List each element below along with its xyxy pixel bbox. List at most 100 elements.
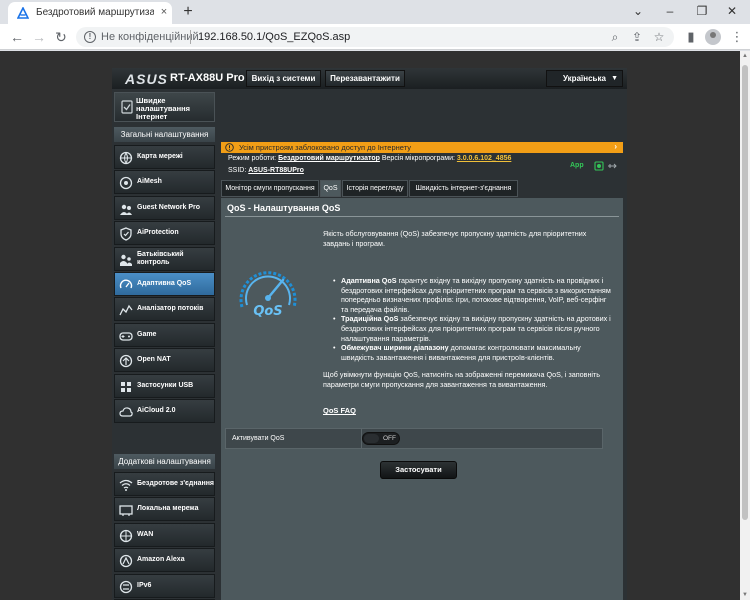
aicloud-icon (119, 407, 133, 417)
qos-faq-link[interactable]: QoS FAQ (323, 406, 356, 415)
sidebar-item-label: WAN (137, 530, 154, 538)
operation-mode-link[interactable]: Бездротовий маршрутизатор (278, 155, 380, 162)
tab-search-icon[interactable]: ⌄ (628, 2, 648, 20)
tab-bandwidth-monitor[interactable]: Монітор смуги пропускання (221, 180, 319, 197)
status-message: Усім пристроям заблоковано доступ до Інт… (239, 143, 411, 152)
forward-icon[interactable]: → (30, 28, 48, 46)
sidebar-item-open-nat[interactable]: Open NAT (114, 348, 215, 373)
enable-qos-toggle[interactable]: OFF (362, 432, 400, 445)
page-tabs: Монітор смуги пропускання QoS Історія пе… (221, 180, 623, 197)
page-viewport: ASUS RT-AX88U Pro Вихід з системи Переза… (0, 51, 740, 600)
sidebar-item-adaptive-qos[interactable]: Адаптивна QoS (114, 272, 215, 296)
general-settings-header: Загальні налаштування (114, 127, 215, 142)
sidebar-item-aicloud[interactable]: AiCloud 2.0 (114, 399, 215, 423)
sidebar-item-wan[interactable]: WAN (114, 522, 215, 547)
browser-tab-title: Бездротовий маршрутизатор AS (36, 7, 154, 18)
quick-setup-label: Швидке налаштування Інтернет (136, 96, 191, 121)
scrollbar-thumb[interactable] (742, 65, 748, 520)
restore-icon[interactable]: ❐ (692, 2, 712, 20)
sidebar-item-label: AiProtection (137, 229, 179, 237)
wan-icon (119, 529, 133, 542)
ssid-link[interactable]: ASUS-RT88UPro (248, 167, 304, 174)
url-text[interactable]: 192.168.50.1/QoS_EZQoS.asp (198, 31, 350, 43)
new-tab-button[interactable]: + (180, 4, 196, 20)
browser-tab[interactable]: Бездротовий маршрутизатор AS × (8, 2, 172, 24)
open-nat-icon (119, 355, 133, 368)
sidebar-item-network-map[interactable]: Карта мережі (114, 145, 215, 169)
tab-speedtest[interactable]: Швидкість інтернет-з'єднання (409, 180, 518, 197)
qos-feature-list: Адаптивна QoS гарантує вхідну та вихідну… (323, 276, 615, 390)
logout-button[interactable]: Вихід з системи (246, 70, 321, 87)
feature-adaptive-qos: Адаптивна QoS гарантує вхідну та вихідну… (323, 276, 615, 314)
sidebar-item-ipv6[interactable]: IPv6 (114, 573, 215, 598)
sidebar-item-guest-network[interactable]: Guest Network Pro (114, 195, 215, 220)
game-icon (119, 332, 133, 341)
apply-button[interactable]: Застосувати (380, 461, 457, 479)
quick-setup-icon (121, 100, 133, 114)
scroll-up-icon[interactable]: ▲ (740, 51, 750, 61)
address-bar[interactable]: ! Не конфіденційний 192.168.50.1/QoS_EZQ… (76, 27, 674, 47)
profile-avatar-icon[interactable] (705, 29, 721, 45)
quick-internet-setup-button[interactable]: Швидке налаштування Інтернет (114, 92, 215, 122)
language-select[interactable]: Українська ▼ (546, 70, 623, 87)
asus-favicon-icon (17, 7, 29, 19)
sidebar-item-wireless[interactable]: Бездротове з'єднання (114, 472, 215, 496)
reload-icon[interactable]: ↻ (52, 28, 70, 46)
router-header: ASUS RT-AX88U Pro Вихід з системи Переза… (112, 68, 627, 89)
sidebar-item-traffic-analyzer[interactable]: Аналізатор потоків (114, 297, 215, 322)
close-tab-icon[interactable]: × (158, 6, 170, 18)
not-secure-icon[interactable]: ! (84, 31, 96, 43)
browser-toolbar: ← → ↻ ! Не конфіденційний 192.168.50.1/Q… (0, 24, 750, 50)
sidebar-item-label: Застосунки USB (137, 381, 194, 389)
browser-tab-strip: Бездротовий маршрутизатор AS × + ⌄ – ❐ ✕ (0, 0, 750, 24)
usb-status-icon[interactable] (607, 161, 617, 171)
minimize-icon[interactable]: – (660, 2, 680, 20)
sidebar-item-alexa[interactable]: Amazon Alexa (114, 548, 215, 573)
sidebar-item-game[interactable]: Game (114, 322, 215, 347)
enable-qos-row: Активувати QoS OFF (225, 428, 603, 449)
ipv6-icon (119, 580, 133, 593)
warning-icon (225, 143, 234, 152)
sidebar-item-aimesh[interactable]: AiMesh (114, 170, 215, 195)
aimesh-icon (119, 177, 133, 190)
sidebar-item-parental-control[interactable]: Батьківський контроль (114, 246, 215, 271)
toggle-state: OFF (383, 435, 396, 442)
sidebar-item-label: Карта мережі (137, 153, 183, 160)
sidebar-item-label: IPv6 (137, 581, 152, 589)
enable-hint-text: Щоб увімкнути функцію QoS, натисніть на … (323, 370, 601, 389)
page-scrollbar[interactable]: ▲ ▼ (740, 51, 750, 600)
app-link[interactable]: App (570, 162, 584, 169)
browser-menu-icon[interactable]: ⋮ (728, 28, 746, 46)
firmware-version-link[interactable]: 3.0.0.6.102_4856 (457, 155, 512, 162)
side-panel-icon[interactable]: ▮ (682, 28, 700, 46)
tab-web-history[interactable]: Історія перегляду (342, 180, 408, 197)
scroll-down-icon[interactable]: ▼ (740, 590, 750, 600)
sidebar-item-lan[interactable]: Локальна мережа (114, 497, 215, 522)
router-info: Режим роботи: Бездротовий маршрутизатор … (221, 154, 623, 176)
lan-icon (119, 505, 133, 517)
back-icon[interactable]: ← (8, 28, 26, 46)
share-icon[interactable]: ⇪ (630, 30, 644, 44)
bookmark-star-icon[interactable]: ☆ (652, 30, 666, 44)
internet-blocked-banner[interactable]: Усім пристроям заблоковано доступ до Інт… (221, 142, 623, 153)
chevron-right-icon: › (614, 142, 617, 151)
usb-apps-icon (121, 381, 131, 392)
qos-gauge-icon: QoS (239, 271, 297, 319)
feature-bandwidth-limiter: Обмежувач ширини діапазону допомагає кон… (323, 343, 615, 362)
alexa-icon (119, 555, 133, 568)
sidebar-item-label: AiMesh (137, 178, 162, 186)
advanced-settings-header: Додаткові налаштування (114, 454, 215, 469)
close-window-icon[interactable]: ✕ (722, 2, 742, 20)
qos-content-panel: QoS - Налаштування QoS QoS Якість обслуг… (221, 198, 623, 600)
internet-status-icon[interactable] (594, 161, 604, 171)
security-label[interactable]: Не конфіденційний (101, 31, 199, 43)
ssid-label: SSID: (228, 167, 247, 174)
router-model: RT-AX88U Pro (170, 72, 245, 84)
sidebar-item-usb-apps[interactable]: Застосунки USB (114, 373, 215, 398)
reboot-button[interactable]: Перезавантажити (325, 70, 405, 87)
sidebar-item-label: Бездротове з'єднання (137, 480, 214, 487)
tab-qos[interactable]: QoS (320, 180, 341, 197)
sidebar-item-aiprotection[interactable]: AiProtection (114, 221, 215, 246)
guest-network-icon (120, 204, 132, 215)
zoom-icon[interactable]: ⌕ (608, 30, 622, 44)
